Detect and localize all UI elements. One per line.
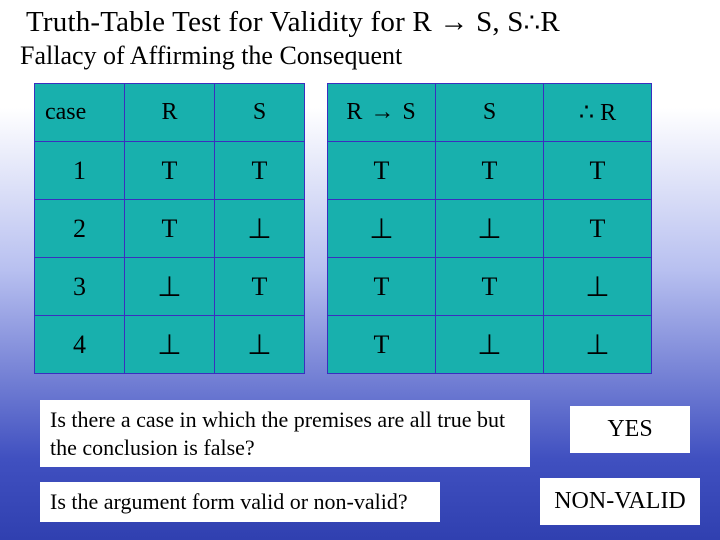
page-title: Truth-Table Test for Validity for R → S,… — [0, 0, 720, 39]
col-header-s: S — [215, 84, 305, 142]
table-row: 3⊥T — [35, 258, 305, 316]
truth-tables: case R S 1TT 2T⊥ 3⊥T 4⊥⊥ R → S S ∴ R TTT… — [0, 79, 720, 374]
truth-table-results: R → S S ∴ R TTT ⊥⊥T TT⊥ T⊥⊥ — [327, 83, 652, 374]
col-header-conclusion: ∴ R — [544, 84, 652, 142]
table-row: 4⊥⊥ — [35, 316, 305, 374]
question-validity: Is the argument form valid or non-valid? — [40, 482, 440, 522]
truth-table-inputs: case R S 1TT 2T⊥ 3⊥T 4⊥⊥ — [34, 83, 305, 374]
table-row: TTT — [328, 142, 652, 200]
col-header-r: R — [125, 84, 215, 142]
table-row: R → S S ∴ R — [328, 84, 652, 142]
arrow-icon: → — [439, 6, 468, 38]
table-row: 1TT — [35, 142, 305, 200]
question-counterexample: Is there a case in which the premises ar… — [40, 400, 530, 467]
therefore-icon: ∴ — [524, 8, 541, 37]
table-row: case R S — [35, 84, 305, 142]
col-header-implies: R → S — [328, 84, 436, 142]
table-row: ⊥⊥T — [328, 200, 652, 258]
answer-validity: NON-VALID — [540, 478, 700, 525]
answer-counterexample: YES — [570, 406, 690, 453]
col-header-case: case — [35, 84, 125, 142]
table-row: 2T⊥ — [35, 200, 305, 258]
title-text-3: R — [540, 6, 560, 38]
title-text-2: S, S — [476, 6, 524, 38]
title-text-1: Truth-Table Test for Validity for R — [26, 6, 432, 38]
page-subtitle: Fallacy of Affirming the Consequent — [0, 39, 720, 79]
col-header-s2: S — [436, 84, 544, 142]
table-row: TT⊥ — [328, 258, 652, 316]
table-row: T⊥⊥ — [328, 316, 652, 374]
